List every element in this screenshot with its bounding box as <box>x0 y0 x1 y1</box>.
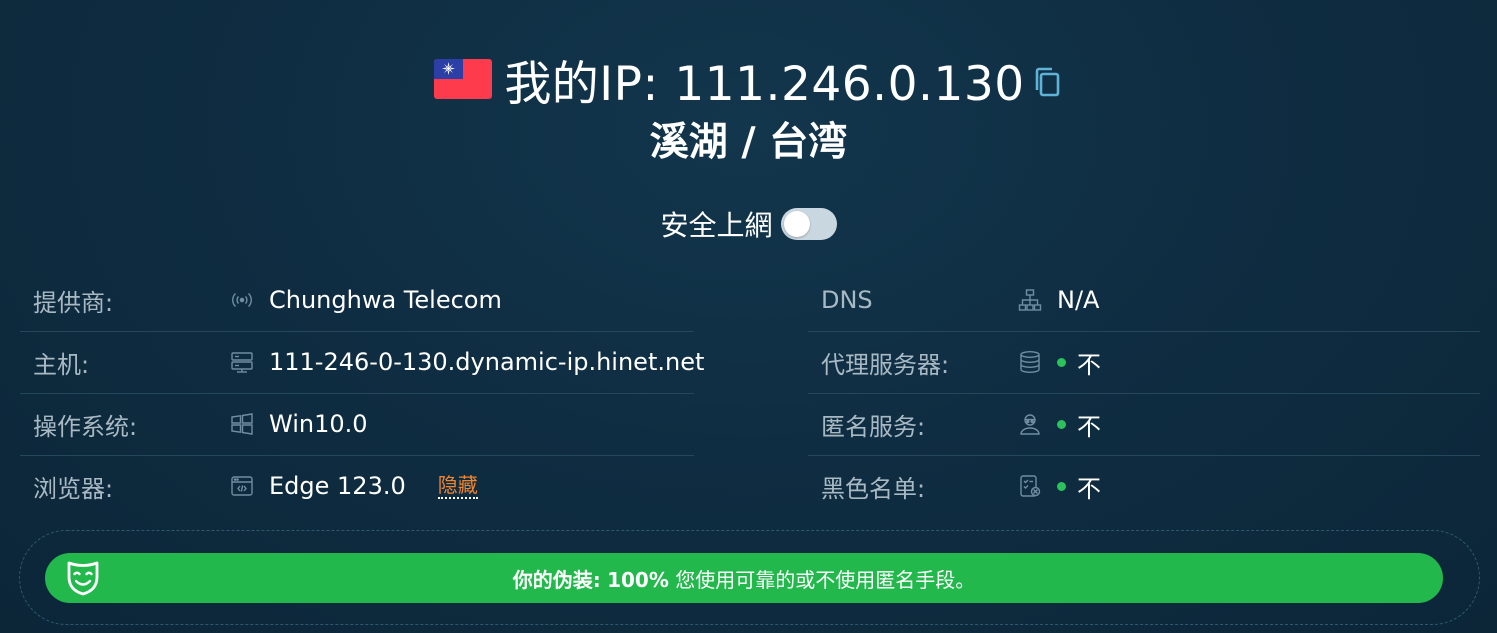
anonymizer-value: 不 <box>1057 407 1101 442</box>
dns-row: DNS N/A <box>808 269 1480 332</box>
os-label: 操作系统: <box>33 412 138 441</box>
os-row: 操作系统: Win10.0 <box>20 393 694 456</box>
safe-browsing-toggle[interactable] <box>780 208 837 240</box>
browser-icon <box>230 474 254 498</box>
provider-label: 提供商: <box>33 288 114 317</box>
dns-label: DNS <box>821 286 873 314</box>
provider-row: 提供商: Chunghwa Telecom <box>20 269 694 332</box>
database-icon <box>1018 350 1042 374</box>
blacklist-status: 不 <box>1077 474 1101 503</box>
ip-label: 我的IP: <box>504 56 659 112</box>
anonymizer-row: 匿名服务: 不 <box>808 393 1480 456</box>
provider-value: Chunghwa Telecom <box>269 286 502 314</box>
toggle-knob[interactable] <box>783 211 810 237</box>
antenna-icon <box>230 288 254 312</box>
host-row: 主机: 111-246-0-130.dynamic-ip.hinet.net <box>20 331 704 394</box>
proxy-status: 不 <box>1077 350 1101 379</box>
browser-name: Edge 123.0 <box>269 472 406 500</box>
browser-label: 浏览器: <box>33 474 114 503</box>
host-value: 111-246-0-130.dynamic-ip.hinet.net <box>269 348 705 376</box>
status-dot <box>1057 357 1066 367</box>
status-dot <box>1057 481 1066 491</box>
ip-header: 我的IP: 111.246.0.130 <box>0 48 1497 112</box>
disguise-label: 你的伪装: <box>512 567 601 592</box>
status-dot <box>1057 419 1066 429</box>
hide-link[interactable]: 隐藏 <box>437 473 478 499</box>
disguise-bar: 你的伪装: 100% 您使用可靠的或不使用匿名手段。 <box>45 553 1443 603</box>
blacklist-value: 不 <box>1057 469 1101 504</box>
safe-browsing-row: 安全上網 <box>0 204 1497 244</box>
ip-address-title[interactable]: 我的IP: 111.246.0.130 <box>504 45 1024 114</box>
anonymizer-label: 匿名服务: <box>821 412 926 441</box>
location-text: 溪湖 / 台湾 <box>649 120 848 165</box>
browser-row: 浏览器: Edge 123.0 隐藏 <box>20 455 694 517</box>
browser-value: Edge 123.0 隐藏 <box>269 472 478 500</box>
blacklist-row: 黑色名单: 不 <box>808 455 1480 517</box>
disguise-percent: 100% <box>607 567 669 592</box>
windows-icon <box>230 412 254 436</box>
copy-icon[interactable] <box>1033 65 1063 99</box>
blacklist-label: 黑色名单: <box>821 474 926 503</box>
taiwan-flag-icon <box>434 59 493 99</box>
disguise-text: 你的伪装: 100% 您使用可靠的或不使用匿名手段。 <box>513 564 976 593</box>
server-icon <box>230 350 254 374</box>
blacklist-icon <box>1018 474 1042 498</box>
os-value: Win10.0 <box>269 410 368 438</box>
disguise-message: 您使用可靠的或不使用匿名手段。 <box>675 567 976 592</box>
anonymizer-status: 不 <box>1077 412 1101 441</box>
safe-browsing-label: 安全上網 <box>660 209 773 242</box>
host-label: 主机: <box>33 350 90 379</box>
dns-value: N/A <box>1057 286 1100 314</box>
mask-icon <box>67 561 99 596</box>
network-icon <box>1018 288 1042 312</box>
proxy-label: 代理服务器: <box>821 350 950 379</box>
proxy-value: 不 <box>1057 345 1101 380</box>
ip-address[interactable]: 111.246.0.130 <box>674 57 1024 112</box>
anonymous-user-icon <box>1018 412 1042 436</box>
proxy-row: 代理服务器: 不 <box>808 331 1480 394</box>
